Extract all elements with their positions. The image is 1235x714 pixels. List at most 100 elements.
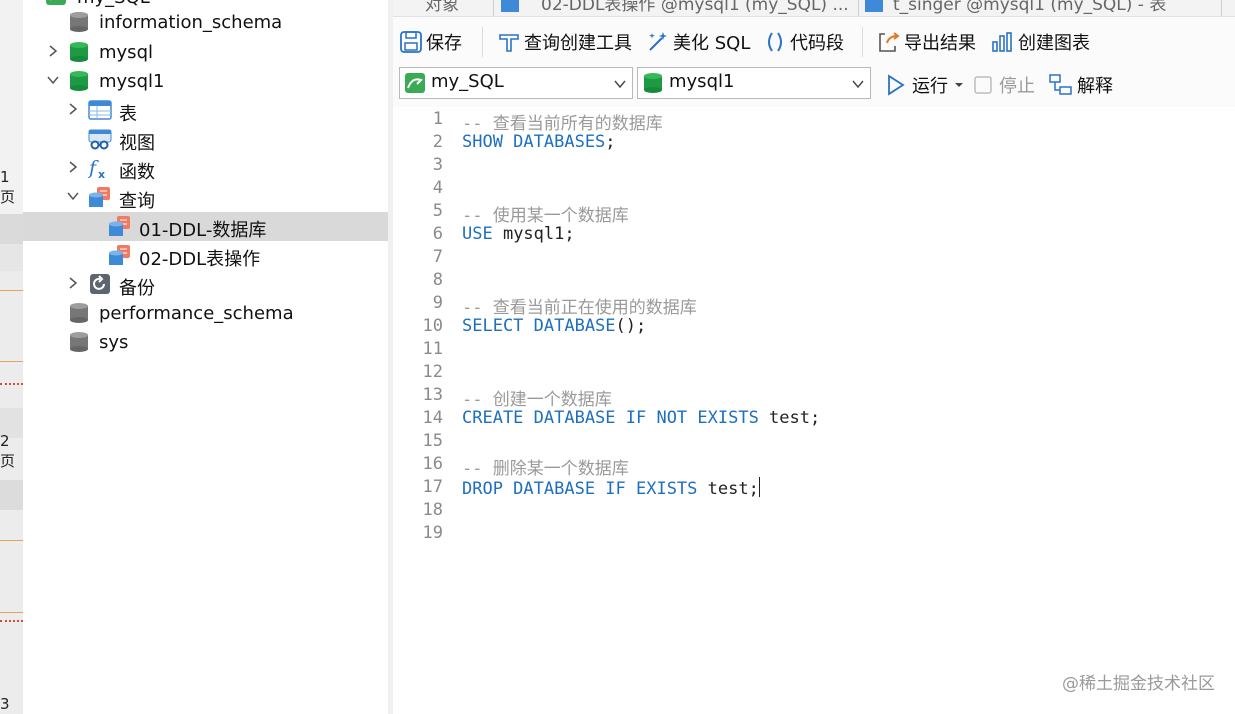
chevron-down-icon[interactable] <box>66 189 80 205</box>
code-line: SELECT DATABASE(); <box>462 316 646 336</box>
tree-item-label: 视图 <box>119 133 155 154</box>
query-builder-icon <box>499 34 519 52</box>
tree-item-functions[interactable]: fx 函数 <box>23 154 388 183</box>
tree-item-label: 表 <box>119 104 137 125</box>
chevron-right-icon[interactable] <box>66 160 80 176</box>
database-green-icon <box>68 70 90 92</box>
tree-item-label: my_SQL <box>77 0 150 8</box>
tree-item-mysql1[interactable]: mysql1 <box>23 67 388 96</box>
database-gray-icon <box>68 11 90 33</box>
sql-comment: -- 查看当前正在使用的数据库 <box>462 298 697 318</box>
tree-item-label: sys <box>99 332 129 353</box>
line-number: 3 <box>432 155 443 175</box>
magic-wand-icon <box>649 32 667 51</box>
tree-item-label: mysql1 <box>99 71 165 92</box>
code-line: -- 查看当前所有的数据库 <box>462 109 663 134</box>
chevron-right-icon[interactable] <box>66 276 80 292</box>
line-number: 18 <box>422 500 443 520</box>
sql-text: (); <box>615 316 647 336</box>
tree-item-label: mysql <box>99 42 153 63</box>
chevron-right-icon[interactable] <box>66 102 80 118</box>
chevron-down-icon[interactable] <box>46 73 60 89</box>
beautify-sql-button[interactable]: 美化 SQL <box>646 29 750 55</box>
table-icon <box>88 99 112 121</box>
query-toolbar: 保存 查询创建工具 美化 SQL 代码段 导出结果 创建图表 <box>393 17 1235 67</box>
line-number: 4 <box>432 178 443 198</box>
page-label: 1页 <box>0 168 16 206</box>
explain-button[interactable]: 解释 <box>1048 72 1113 98</box>
line-number: 16 <box>422 454 443 474</box>
database-select[interactable]: mysql1 <box>637 67 871 99</box>
tree-item-sys[interactable]: sys <box>23 328 388 357</box>
tree-item-performance-schema[interactable]: performance_schema <box>23 299 388 328</box>
line-number: 11 <box>422 339 443 359</box>
connection-select[interactable]: my_SQL <box>399 67 633 99</box>
tree-item-query-01-ddl-database[interactable]: 01-DDL-数据库 <box>23 212 388 241</box>
save-icon <box>400 31 422 53</box>
sql-keyword: CREATE DATABASE IF NOT EXISTS <box>462 408 759 428</box>
tree-item-label: 01-DDL-数据库 <box>139 220 267 241</box>
line-number: 13 <box>422 385 443 405</box>
line-number: 9 <box>432 293 443 313</box>
page-label: 2页 <box>0 432 16 470</box>
chevron-down-icon <box>614 75 626 94</box>
watermark: @稀土掘金技术社区 <box>1062 674 1215 694</box>
tree-item-label: 备份 <box>119 278 155 299</box>
tree-item-backups[interactable]: 备份 <box>23 270 388 299</box>
table-tab-icon <box>865 0 883 12</box>
tree-item-query-02-ddl-table[interactable]: 02-DDL表操作 <box>23 241 388 270</box>
sql-keyword: USE <box>462 224 493 244</box>
connection-icon <box>45 0 67 8</box>
database-gray-icon <box>68 331 90 353</box>
mysql-connection-icon <box>404 72 426 98</box>
line-number: 2 <box>432 132 443 152</box>
code-snippet-icon <box>768 32 782 52</box>
database-green-icon <box>68 41 90 63</box>
stop-button[interactable]: 停止 <box>973 72 1035 98</box>
line-number: 8 <box>432 270 443 290</box>
tab-bar: 对象 02-DDL表操作 @mysql1 (my_SQL) ... t_sing… <box>393 0 1235 17</box>
line-number: 15 <box>422 431 443 451</box>
code-snippet-button[interactable]: 代码段 <box>763 29 844 55</box>
play-icon <box>888 74 905 96</box>
tree-item-tables[interactable]: 表 <box>23 96 388 125</box>
tree-item-views[interactable]: 视图 <box>23 125 388 154</box>
caret-down-icon[interactable] <box>954 80 964 90</box>
export-icon <box>879 32 900 52</box>
tree-item-label: 函数 <box>119 162 155 183</box>
tree-item-label: information_schema <box>99 12 283 33</box>
sql-editor[interactable]: 1 2 3 4 5 6 7 8 9 10 11 12 13 14 15 16 17 18 19 -- 查看当前所有的… <box>393 107 1235 714</box>
text-caret <box>758 477 760 497</box>
export-results-button[interactable]: 导出结果 <box>877 29 976 55</box>
function-icon: fx <box>87 157 110 181</box>
tab-table-t-singer[interactable]: t_singer @mysql1 (my_SQL) - 表 <box>865 0 1166 16</box>
tree-item-information-schema[interactable]: information_schema <box>23 8 388 37</box>
code-line: -- 查看当前正在使用的数据库 <box>462 293 697 318</box>
tree-item-label: 02-DDL表操作 <box>139 249 261 270</box>
sql-comment: -- 删除某一个数据库 <box>462 459 629 479</box>
sql-text: ; <box>605 132 616 152</box>
sql-comment: -- 创建一个数据库 <box>462 390 612 410</box>
line-number: 7 <box>432 247 443 267</box>
background-window-strip: 1页 2页 3页 <box>0 0 23 714</box>
tree-item-queries[interactable]: 查询 <box>23 183 388 212</box>
save-button[interactable]: 保存 <box>399 29 462 55</box>
tree-item-mysql[interactable]: mysql <box>23 38 388 67</box>
query-builder-button[interactable]: 查询创建工具 <box>497 29 632 55</box>
chevron-right-icon[interactable] <box>46 44 60 60</box>
tab-objects[interactable]: 对象 <box>425 0 459 16</box>
sql-text: test; <box>697 479 759 499</box>
query-icon <box>88 186 110 208</box>
database-gray-icon <box>68 302 90 324</box>
code-line: -- 使用某一个数据库 <box>462 201 629 226</box>
tab-query-02-ddl[interactable]: 02-DDL表操作 @mysql1 (my_SQL) ... <box>501 0 849 16</box>
backup-icon <box>88 273 110 295</box>
code-line: -- 创建一个数据库 <box>462 385 612 410</box>
code-line: SHOW DATABASES; <box>462 132 616 152</box>
line-number: 1 <box>432 109 443 129</box>
page-label: 3页 <box>0 695 10 713</box>
query-file-icon <box>108 244 130 266</box>
create-chart-button[interactable]: 创建图表 <box>991 29 1090 55</box>
run-button[interactable]: 运行 <box>885 72 964 98</box>
line-number: 6 <box>432 224 443 244</box>
